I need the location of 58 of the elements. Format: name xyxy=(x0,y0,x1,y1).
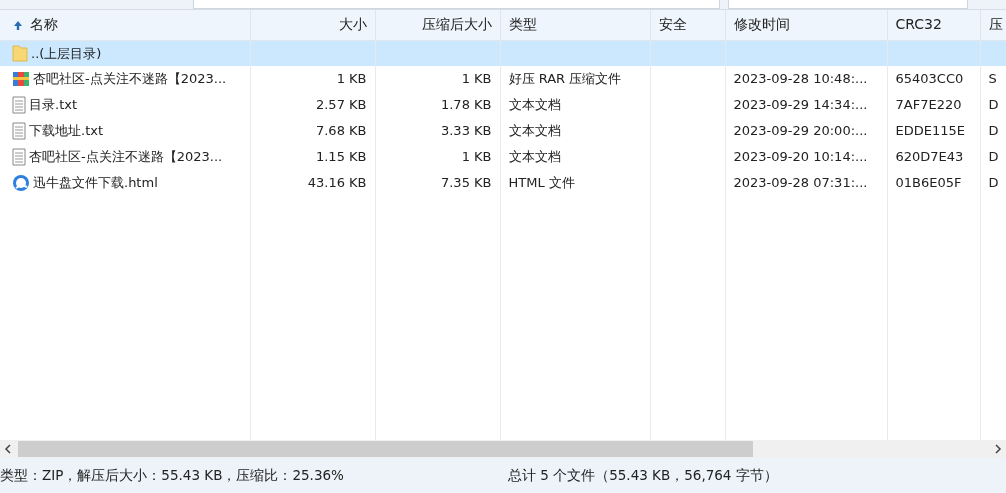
table-cell: D xyxy=(988,149,999,165)
text-file-icon xyxy=(12,96,26,114)
column-header[interactable]: 压 xyxy=(980,10,1006,40)
scroll-left-icon[interactable] xyxy=(4,444,12,454)
table-cell: 01B6E05F xyxy=(895,175,962,191)
file-name[interactable]: 下载地址.txt xyxy=(29,121,104,141)
archive-info-text: 类型：ZIP，解压后大小：55.43 KB，压缩比：25.36% xyxy=(0,466,345,486)
table-cell: 65403CC0 xyxy=(895,71,964,87)
table-cell: S xyxy=(988,71,997,87)
table-cell: 文本文档 xyxy=(508,97,561,113)
table-cell: D xyxy=(988,97,999,113)
file-name[interactable]: 杏吧社区-点关注不迷路【2023... xyxy=(29,147,223,167)
table-cell: 2023-09-29 14:34:... xyxy=(733,97,868,113)
table-cell: 好压 RAR 压缩文件 xyxy=(508,71,622,87)
table-cell: 2023-09-29 20:00:... xyxy=(733,123,868,139)
table-cell: 1.78 KB xyxy=(440,97,492,113)
file-name[interactable]: 杏吧社区-点关注不迷路【2023... xyxy=(33,69,227,89)
table-cell: D xyxy=(988,175,999,191)
column-header[interactable]: 大小 xyxy=(250,10,375,40)
file-name[interactable]: 迅牛盘文件下载.html xyxy=(33,173,158,193)
table-cell: 2023-09-28 07:31:... xyxy=(733,175,868,191)
table-cell: 7.68 KB xyxy=(315,123,367,139)
table-cell: HTML 文件 xyxy=(508,175,575,191)
web-file-icon xyxy=(12,174,30,192)
sort-arrow-icon xyxy=(14,20,22,30)
search-field[interactable] xyxy=(728,0,968,9)
column-header[interactable]: 类型 xyxy=(500,10,650,40)
table-cell: EDDE115E xyxy=(895,123,965,139)
column-header[interactable]: 修改时间 xyxy=(725,10,887,40)
column-header[interactable]: 名称 xyxy=(0,10,250,40)
horizontal-scrollbar[interactable] xyxy=(0,440,1006,458)
table-cell: 620D7E43 xyxy=(895,149,964,165)
path-field[interactable] xyxy=(193,0,720,9)
table-cell: 1.15 KB xyxy=(315,149,367,165)
table-cell: 1 KB xyxy=(336,71,367,87)
table-cell: 2023-09-28 10:48:... xyxy=(733,71,868,87)
table-cell: 文本文档 xyxy=(508,123,561,139)
table-cell: 7AF7E220 xyxy=(895,97,962,113)
table-cell: 1 KB xyxy=(461,71,492,87)
table-cell: 3.33 KB xyxy=(440,123,492,139)
column-header[interactable]: 压缩后大小 xyxy=(375,10,500,40)
table-cell: 2.57 KB xyxy=(315,97,367,113)
scroll-right-icon[interactable] xyxy=(994,444,1002,454)
table-cell: 1 KB xyxy=(461,149,492,165)
file-name[interactable]: 目录.txt xyxy=(29,95,78,115)
text-file-icon xyxy=(12,122,26,140)
folder-icon xyxy=(12,44,28,63)
column-header[interactable]: 安全 xyxy=(650,10,725,40)
archive-icon xyxy=(12,71,30,87)
table-cell: 43.16 KB xyxy=(307,175,367,191)
column-header[interactable]: CRC32 xyxy=(887,10,980,40)
table-cell: 2023-09-20 10:14:... xyxy=(733,149,868,165)
table-cell: 文本文档 xyxy=(508,149,561,165)
table-cell: 7.35 KB xyxy=(440,175,492,191)
table-cell: D xyxy=(988,123,999,139)
text-file-icon xyxy=(12,148,26,166)
scrollbar-thumb[interactable] xyxy=(18,441,753,457)
file-total-text: 总计 5 个文件（55.43 KB，56,764 字节） xyxy=(508,466,778,486)
